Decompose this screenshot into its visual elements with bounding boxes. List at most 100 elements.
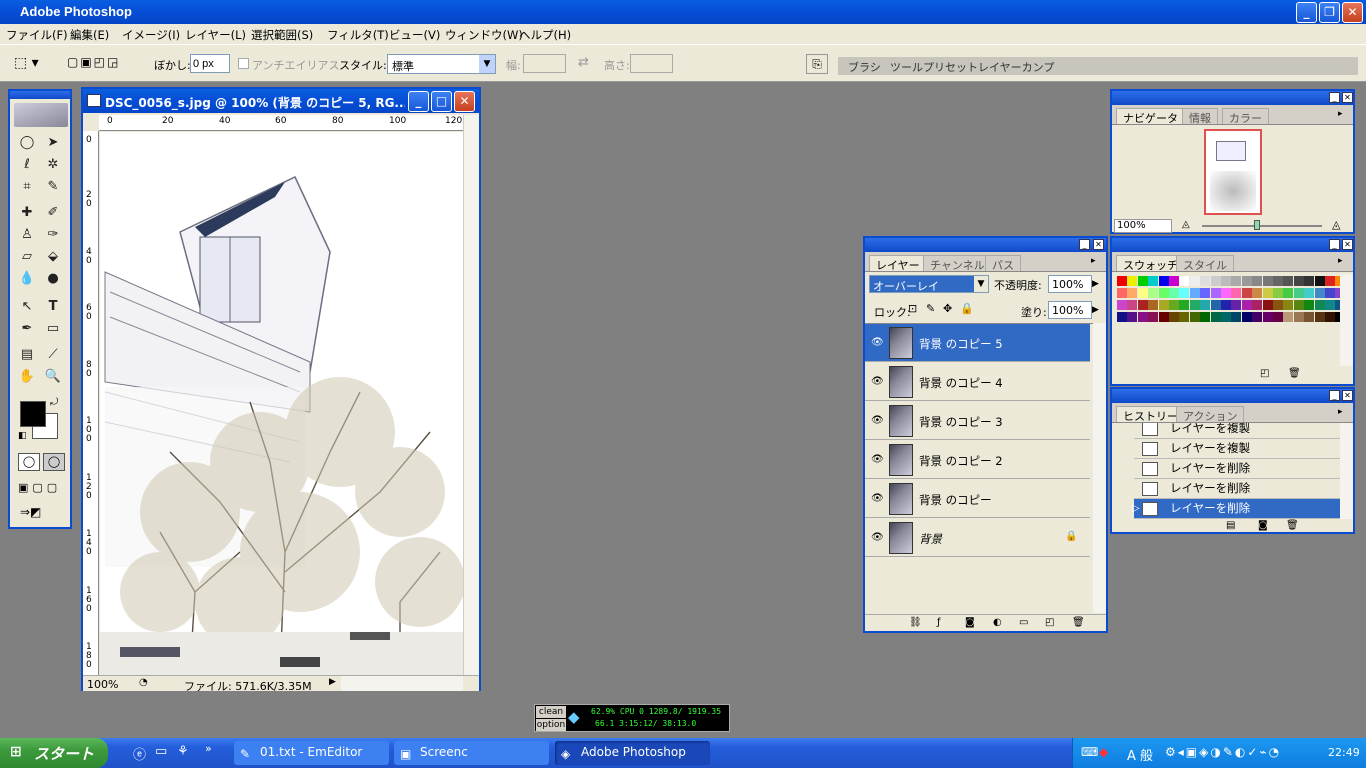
color-swatch[interactable] (1148, 288, 1159, 298)
color-swatch[interactable] (1158, 312, 1169, 322)
lock-all-icon[interactable]: 🔒 (960, 302, 974, 315)
delete-swatch-icon[interactable]: 🗑 (1288, 368, 1301, 379)
color-swatch[interactable] (1137, 288, 1148, 298)
color-swatch[interactable] (1127, 276, 1138, 286)
color-swatch[interactable] (1169, 300, 1179, 310)
horizontal-scrollbar[interactable] (341, 676, 463, 691)
doc-minimize-button[interactable]: _ (408, 91, 429, 112)
default-colors-icon[interactable]: ◧ (18, 431, 27, 441)
color-swatch[interactable] (1189, 312, 1200, 322)
history-brush-icon[interactable]: ✑ (42, 225, 64, 245)
link-layers-icon[interactable]: ⛓ (909, 617, 922, 628)
option-button[interactable]: option (536, 719, 566, 731)
color-swatch[interactable] (1304, 300, 1315, 310)
history-slider-icon[interactable]: ▷ (1132, 503, 1140, 514)
color-swatch[interactable] (1117, 312, 1127, 322)
restore-button[interactable]: ❐ (1319, 2, 1340, 23)
well-tab-tool-presets[interactable]: ツールプリセット (890, 59, 978, 75)
marquee-tool-preset-icon[interactable]: ⬚ ▾ (14, 55, 50, 73)
swap-icon[interactable]: ⇄ (578, 55, 589, 70)
panel-minimize-button[interactable]: _ (1329, 239, 1340, 250)
new-layer-icon[interactable]: ◰ (1045, 617, 1054, 628)
network-icon[interactable]: ◆ (1099, 745, 1108, 759)
color-swatch[interactable] (1189, 276, 1200, 286)
color-swatch[interactable] (1169, 312, 1179, 322)
layer-row[interactable]: 👁 背景 のコピー 2 (865, 441, 1090, 479)
color-swatch[interactable] (1221, 288, 1231, 298)
foreground-color-swatch[interactable] (20, 401, 46, 427)
vertical-scrollbar[interactable] (463, 115, 479, 675)
document-canvas[interactable] (100, 132, 463, 675)
color-swatch[interactable] (1283, 300, 1294, 310)
color-swatch[interactable] (1117, 288, 1127, 298)
style-select[interactable]: 標準 ▼ (387, 54, 496, 74)
color-swatch[interactable] (1293, 300, 1304, 310)
panel-close-button[interactable]: ✕ (1342, 239, 1353, 250)
color-swatch[interactable] (1148, 312, 1159, 322)
menu-image[interactable]: イメージ(I) (122, 27, 180, 43)
blur-icon[interactable]: 💧 (16, 269, 38, 289)
hand-icon[interactable]: ✋ (16, 367, 38, 387)
tab-history[interactable]: ヒストリー (1116, 406, 1185, 423)
color-swatch[interactable] (1325, 276, 1335, 286)
lock-move-icon[interactable]: ✥ (943, 302, 952, 315)
path-select-icon[interactable]: ↖ (16, 297, 38, 317)
menu-view[interactable]: ビュー(V) (389, 27, 440, 43)
color-swatch[interactable] (1273, 288, 1283, 298)
eye-icon[interactable]: 👁 (871, 337, 884, 348)
color-swatch[interactable] (1283, 288, 1294, 298)
zoom-slider[interactable] (1202, 220, 1322, 230)
magic-wand-icon[interactable]: ✲ (42, 155, 64, 175)
navigator-titlebar[interactable]: _ ✕ (1112, 91, 1353, 105)
eye-icon[interactable]: 👁 (871, 376, 884, 387)
color-swatch[interactable] (1241, 276, 1252, 286)
panel-close-button[interactable]: ✕ (1342, 390, 1353, 401)
zoom-icon[interactable]: 🔍 (42, 367, 64, 387)
color-swatch[interactable] (1241, 288, 1252, 298)
move-icon[interactable]: ➤ (42, 133, 64, 153)
toolbox-titlebar[interactable] (10, 91, 70, 99)
color-swatch[interactable] (1200, 312, 1211, 322)
swap-colors-icon[interactable]: ⤾ (50, 397, 58, 408)
history-titlebar[interactable]: _ ✕ (1112, 389, 1353, 403)
tab-layers[interactable]: レイヤー (869, 255, 927, 272)
layers-scrollbar[interactable] (1093, 323, 1106, 613)
zoom-slider-thumb[interactable] (1254, 220, 1260, 230)
tab-swatches[interactable]: スウォッチ (1116, 255, 1185, 272)
color-swatch[interactable] (1283, 312, 1294, 322)
color-swatch[interactable] (1158, 288, 1169, 298)
color-swatch[interactable] (1200, 276, 1211, 286)
color-swatch[interactable] (1325, 300, 1335, 310)
quicklaunch-ie-icon[interactable]: ⓔ (133, 744, 146, 763)
zoom-field[interactable]: 100% (87, 678, 118, 691)
screen-mode-icons[interactable]: ▣▢▢ (18, 481, 68, 497)
panel-minimize-button[interactable]: _ (1329, 390, 1340, 401)
navigator-zoom-field[interactable]: 100% (1114, 219, 1172, 233)
color-swatch[interactable] (1169, 288, 1179, 298)
color-swatch[interactable] (1137, 300, 1148, 310)
color-swatch[interactable] (1221, 276, 1231, 286)
imageready-jump-icon[interactable]: ⇒◩ (20, 505, 64, 523)
layer-row[interactable]: 👁 背景 のコピー 3 (865, 402, 1090, 440)
adjustment-layer-icon[interactable]: ◐ (993, 617, 1002, 628)
panel-menu-icon[interactable]: ▸ (1338, 407, 1343, 417)
tab-styles[interactable]: スタイル (1176, 255, 1234, 272)
menu-select[interactable]: 選択範囲(S) (251, 27, 313, 43)
color-swatch[interactable] (1314, 300, 1325, 310)
color-swatch[interactable] (1273, 276, 1283, 286)
color-swatch[interactable] (1127, 300, 1138, 310)
standard-mode-icon[interactable]: ◯ (18, 453, 40, 471)
color-swatch[interactable] (1241, 312, 1252, 322)
quicklaunch-app-icon[interactable]: ⚘ (177, 744, 189, 759)
marquee-icon[interactable]: ◯ (16, 133, 38, 153)
quicklaunch-desktop-icon[interactable]: ▭ (155, 744, 167, 759)
well-tab-layer-comps[interactable]: レイヤーカンプ (978, 59, 1054, 75)
pen-icon[interactable]: ✒ (16, 319, 38, 339)
rectangle-shape-icon[interactable]: ▭ (42, 319, 64, 339)
clone-stamp-icon[interactable]: ♙ (16, 225, 38, 245)
minimize-button[interactable]: _ (1296, 2, 1317, 23)
adobe-feather-icon[interactable] (14, 103, 68, 127)
height-input[interactable] (630, 54, 673, 73)
color-swatch[interactable] (1189, 288, 1200, 298)
navigator-preview[interactable] (1204, 129, 1262, 215)
